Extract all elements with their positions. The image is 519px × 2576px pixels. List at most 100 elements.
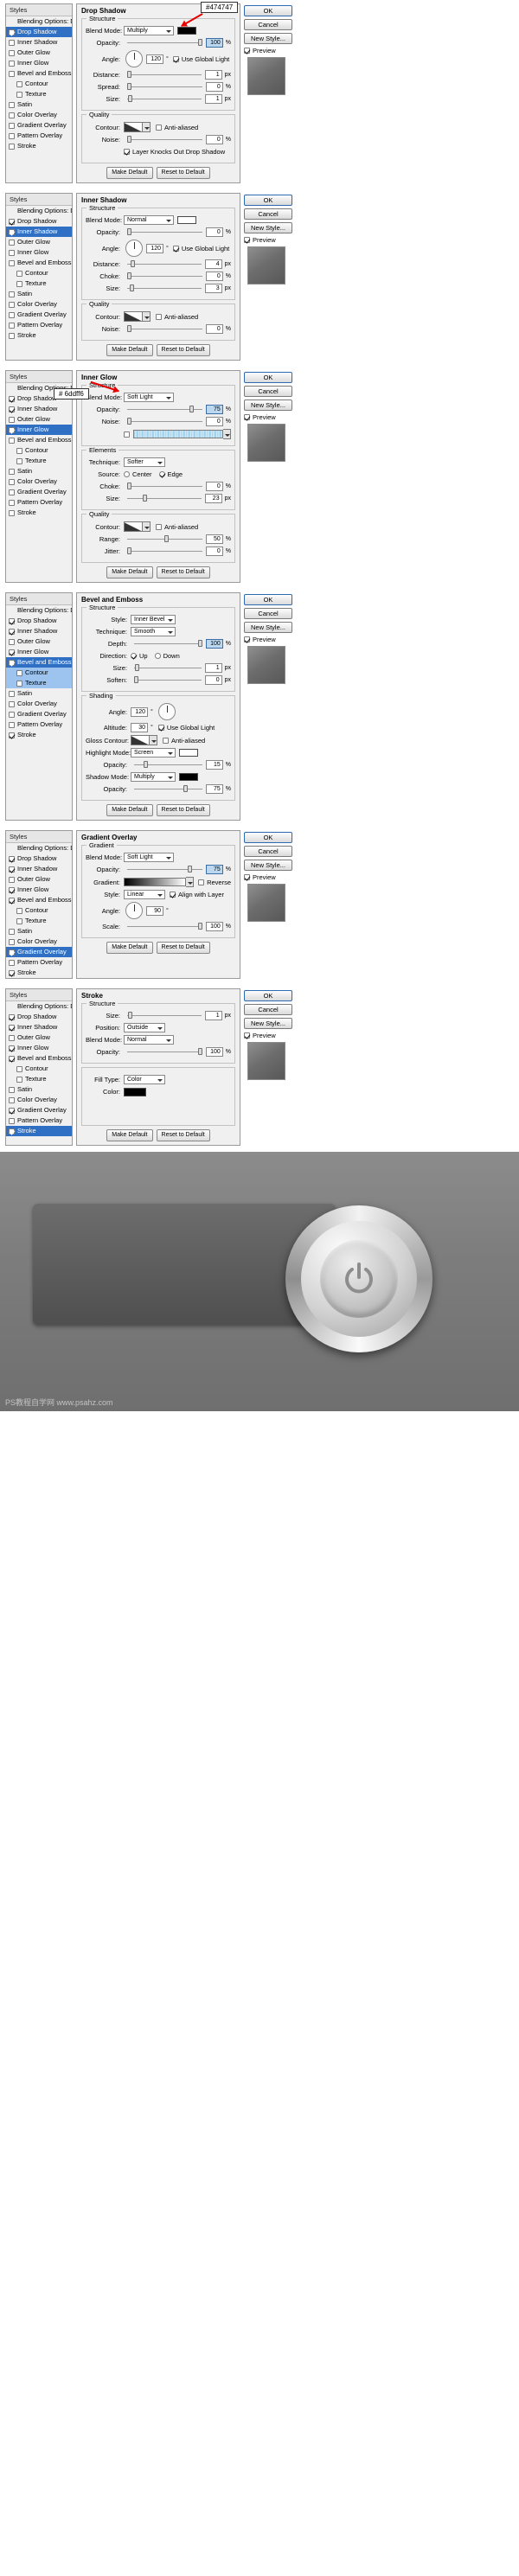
blending-options-row[interactable]: Blending Options: Default [6,206,72,216]
reset-to-default-button[interactable]: Reset to Default [156,1129,210,1141]
sidebar-item-drop-shadow[interactable]: Drop Shadow [6,853,72,864]
checkbox-color-overlay[interactable] [9,301,15,308]
sidebar-item-inner-shadow[interactable]: Inner Shadow [6,864,72,874]
blending-options-row[interactable]: Blending Options: Default [6,16,72,27]
make-default-button[interactable]: Make Default [106,167,153,179]
angle-value[interactable]: 120 [146,243,163,253]
cancel-button[interactable]: Cancel [244,608,292,619]
highlight-color-swatch[interactable] [179,749,198,757]
sidebar-item-satin[interactable]: Satin [6,1084,72,1095]
checkbox-stroke[interactable] [9,732,15,738]
opacity-value[interactable]: 75 [205,405,223,414]
sidebar-item-pattern-overlay[interactable]: Pattern Overlay [6,1115,72,1126]
contour-preview[interactable] [124,521,143,532]
checkbox-texture[interactable] [16,457,22,464]
sidebar-item-pattern-overlay[interactable]: Pattern Overlay [6,719,72,730]
size-slider[interactable] [127,495,202,502]
make-default-button[interactable]: Make Default [106,566,153,578]
anti-aliased-checkbox[interactable] [163,737,169,744]
make-default-button[interactable]: Make Default [106,942,153,954]
shadow-mode-select[interactable]: Multiply [131,772,176,782]
highlight-mode-select[interactable]: Screen [131,748,176,757]
sidebar-item-color-overlay[interactable]: Color Overlay [6,110,72,120]
checkbox-satin[interactable] [9,291,15,297]
checkbox-contour[interactable] [16,669,22,676]
checkbox-stroke[interactable] [9,969,15,976]
preview-checkbox[interactable] [244,1032,250,1039]
radio-up[interactable] [131,653,137,659]
checkbox-texture[interactable] [16,280,22,287]
sidebar-item-color-overlay[interactable]: Color Overlay [6,936,72,947]
angle-dial[interactable] [125,50,143,67]
angle-value[interactable]: 120 [146,54,163,64]
checkbox-drop-shadow[interactable] [9,1013,15,1020]
new-style-button[interactable]: New Style... [244,33,292,44]
blending-options-row[interactable]: Blending Options: Default [6,843,72,853]
reset-to-default-button[interactable]: Reset to Default [156,566,210,578]
chevron-down-icon[interactable] [150,735,157,745]
checkbox-pattern-overlay[interactable] [9,132,15,139]
checkbox-outer-glow[interactable] [9,1034,15,1041]
checkbox-drop-shadow[interactable] [9,218,15,225]
new-style-button[interactable]: New Style... [244,1018,292,1029]
technique-select[interactable]: Softer [124,457,165,467]
shadow-color-swatch[interactable] [177,27,196,35]
make-default-button[interactable]: Make Default [106,344,153,356]
stroke-color-swatch[interactable] [124,1087,146,1096]
checkbox-drop-shadow[interactable] [9,617,15,624]
reset-to-default-button[interactable]: Reset to Default [156,344,210,356]
sidebar-item-inner-glow[interactable]: Inner Glow [6,885,72,895]
shadow-color-swatch[interactable] [177,216,196,224]
sidebar-item-contour[interactable]: Contour [6,79,72,89]
checkbox-pattern-overlay[interactable] [9,1117,15,1124]
sidebar-item-satin[interactable]: Satin [6,99,72,110]
range-slider[interactable] [127,535,202,543]
ok-button[interactable]: OK [244,372,292,383]
use-global-light-checkbox[interactable] [172,55,179,62]
sidebar-item-stroke[interactable]: Stroke [6,508,72,518]
cancel-button[interactable]: Cancel [244,386,292,397]
ok-button[interactable]: OK [244,5,292,16]
sidebar-item-texture[interactable]: Texture [6,89,72,99]
sidebar-item-gradient-overlay[interactable]: Gradient Overlay [6,487,72,497]
checkbox-color-overlay[interactable] [9,478,15,485]
sidebar-item-contour[interactable]: Contour [6,268,72,278]
sidebar-item-outer-glow[interactable]: Outer Glow [6,414,72,425]
size-value[interactable]: 1 [204,1011,222,1020]
cancel-button[interactable]: Cancel [244,19,292,30]
opacity-slider[interactable] [127,228,202,236]
use-global-light-checkbox[interactable] [157,725,164,731]
size-value[interactable]: 23 [204,494,222,503]
checkbox-color-overlay[interactable] [9,1096,15,1103]
checkbox-gradient-overlay[interactable] [9,311,15,318]
angle-dial[interactable] [125,240,143,257]
angle-value[interactable]: 120 [131,706,148,717]
sidebar-item-satin[interactable]: Satin [6,926,72,936]
checkbox-contour[interactable] [16,447,22,454]
sidebar-item-texture[interactable]: Texture [6,678,72,688]
cancel-button[interactable]: Cancel [244,1004,292,1015]
opacity-value[interactable]: 100 [205,1047,223,1057]
sidebar-item-texture[interactable]: Texture [6,278,72,289]
cancel-button[interactable]: Cancel [244,846,292,857]
preview-checkbox[interactable] [244,636,250,642]
opacity-slider[interactable] [127,1048,202,1056]
checkbox-outer-glow[interactable] [9,239,15,246]
reset-to-default-button[interactable]: Reset to Default [156,167,210,179]
sidebar-item-stroke[interactable]: Stroke [6,730,72,740]
checkbox-inner-glow[interactable] [9,249,15,256]
chevron-down-icon[interactable] [143,122,151,132]
checkbox-bevel-emboss[interactable] [9,1055,15,1062]
new-style-button[interactable]: New Style... [244,622,292,633]
checkbox-bevel-emboss[interactable] [9,897,15,904]
sidebar-item-inner-shadow[interactable]: Inner Shadow [6,404,72,414]
shadow-opacity-value[interactable]: 75 [205,784,223,794]
checkbox-pattern-overlay[interactable] [9,499,15,506]
checkbox-inner-shadow[interactable] [9,39,15,46]
sidebar-item-stroke[interactable]: Stroke [6,141,72,151]
sidebar-item-bevel-emboss[interactable]: Bevel and Emboss [6,1053,72,1064]
anti-aliased-checkbox[interactable] [156,313,162,320]
range-value[interactable]: 50 [205,534,223,544]
ok-button[interactable]: OK [244,990,292,1001]
sidebar-item-satin[interactable]: Satin [6,466,72,476]
